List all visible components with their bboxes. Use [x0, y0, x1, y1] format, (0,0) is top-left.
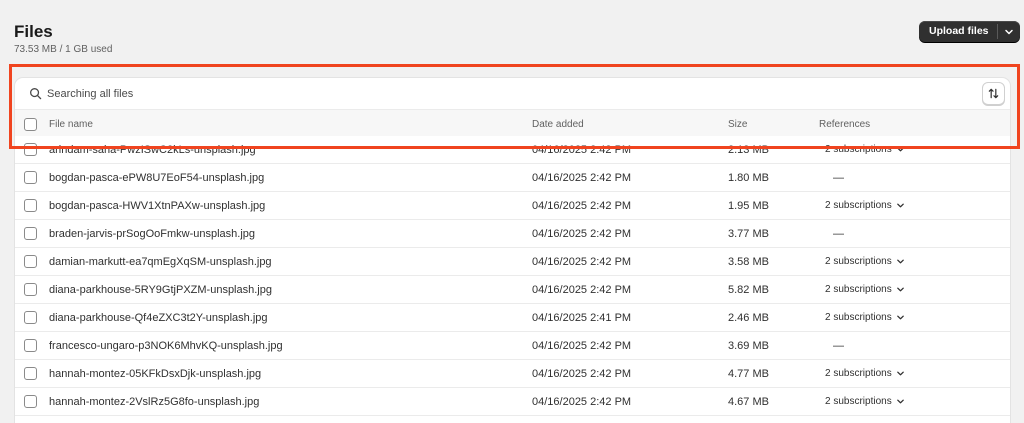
file-name[interactable]: francesco-ungaro-p3NOK6MhvKQ-unsplash.jp… [49, 340, 283, 352]
sort-icon [988, 88, 999, 99]
chevron-down-icon[interactable] [896, 201, 905, 210]
file-size: 2.46 MB [728, 312, 769, 324]
files-page: Files 73.53 MB / 1 GB used Upload files [0, 0, 1024, 423]
file-size: 4.67 MB [728, 396, 769, 408]
table-row[interactable]: braden-jarvis-prSogOoFmkw-unsplash.jpg 0… [15, 220, 1010, 248]
page-title: Files [14, 22, 53, 41]
file-size: 3.69 MB [728, 340, 769, 352]
sort-button[interactable] [982, 82, 1005, 105]
search-bar [15, 78, 1010, 110]
date-added: 04/16/2025 2:42 PM [532, 228, 632, 240]
column-header-references: References [819, 119, 871, 130]
select-all-checkbox[interactable] [24, 118, 37, 131]
row-checkbox[interactable] [24, 171, 37, 184]
file-name[interactable]: diana-parkhouse-5RY9GtjPXZM-unsplash.jpg [49, 284, 272, 296]
references-cell: 2 subscriptions [825, 144, 905, 155]
date-added: 04/16/2025 2:41 PM [532, 312, 632, 324]
file-name[interactable]: damian-markutt-ea7qmEgXqSM-unsplash.jpg [49, 256, 272, 268]
references-dropdown[interactable]: 2 subscriptions [825, 144, 892, 155]
file-name[interactable]: bogdan-pasca-ePW8U7EoF54-unsplash.jpg [49, 172, 264, 184]
file-size: 3.77 MB [728, 228, 769, 240]
date-added: 04/16/2025 2:42 PM [532, 368, 632, 380]
file-name[interactable]: arindam-saha-PwzISwC2kLs-unsplash.jpg [49, 144, 256, 156]
table-row[interactable]: diana-parkhouse-Qf4eZXC3t2Y-unsplash.jpg… [15, 304, 1010, 332]
chevron-down-icon[interactable] [896, 257, 905, 266]
table-row[interactable]: bogdan-pasca-ePW8U7EoF54-unsplash.jpg 04… [15, 164, 1010, 192]
date-added: 04/16/2025 2:42 PM [532, 256, 632, 268]
file-name[interactable]: bogdan-pasca-HWV1XtnPAXw-unsplash.jpg [49, 200, 265, 212]
references-cell: 2 subscriptions [825, 312, 905, 323]
row-checkbox[interactable] [24, 255, 37, 268]
references-empty: — [833, 172, 844, 184]
upload-button-group: Upload files [919, 21, 1020, 42]
chevron-down-icon[interactable] [896, 145, 905, 154]
references-empty: — [833, 228, 844, 240]
date-added: 04/16/2025 2:42 PM [532, 284, 632, 296]
chevron-down-icon[interactable] [896, 397, 905, 406]
date-added: 04/16/2025 2:42 PM [532, 172, 632, 184]
row-checkbox[interactable] [24, 143, 37, 156]
row-checkbox[interactable] [24, 339, 37, 352]
file-size: 4.77 MB [728, 368, 769, 380]
file-size: 3.58 MB [728, 256, 769, 268]
row-checkbox[interactable] [24, 311, 37, 324]
date-added: 04/16/2025 2:42 PM [532, 144, 632, 156]
upload-files-button[interactable]: Upload files [919, 21, 997, 42]
references-cell: 2 subscriptions [825, 368, 905, 379]
column-header-size[interactable]: Size [728, 119, 747, 130]
references-empty: — [833, 340, 844, 352]
row-checkbox[interactable] [24, 227, 37, 240]
table-row[interactable]: hannah-montez-05KFkDsxDjk-unsplash.jpg 0… [15, 360, 1010, 388]
references-dropdown[interactable]: 2 subscriptions [825, 396, 892, 407]
table-row[interactable]: diana-parkhouse-5RY9GtjPXZM-unsplash.jpg… [15, 276, 1010, 304]
file-size: 1.80 MB [728, 172, 769, 184]
table-row[interactable]: damian-markutt-ea7qmEgXqSM-unsplash.jpg … [15, 248, 1010, 276]
upload-options-button[interactable] [998, 21, 1020, 42]
search-icon [30, 88, 42, 100]
references-dropdown[interactable]: 2 subscriptions [825, 284, 892, 295]
date-added: 04/16/2025 2:42 PM [532, 340, 632, 352]
references-cell: — [825, 172, 844, 184]
table-row[interactable]: arindam-saha-PwzISwC2kLs-unsplash.jpg 04… [15, 136, 1010, 164]
references-cell: 2 subscriptions [825, 256, 905, 267]
table-row[interactable]: francesco-ungaro-p3NOK6MhvKQ-unsplash.jp… [15, 332, 1010, 360]
column-header-date-added[interactable]: Date added [532, 119, 584, 130]
file-size: 2.13 MB [728, 144, 769, 156]
file-name[interactable]: diana-parkhouse-Qf4eZXC3t2Y-unsplash.jpg [49, 312, 268, 324]
references-cell: — [825, 340, 844, 352]
references-dropdown[interactable]: 2 subscriptions [825, 312, 892, 323]
references-cell: 2 subscriptions [825, 396, 905, 407]
table-row[interactable]: hannah-montez-2VslRz5G8fo-unsplash.jpg 0… [15, 388, 1010, 416]
row-checkbox[interactable] [24, 395, 37, 408]
date-added: 04/16/2025 2:42 PM [532, 200, 632, 212]
chevron-down-icon [1004, 29, 1013, 34]
date-added: 04/16/2025 2:42 PM [532, 396, 632, 408]
table-row[interactable]: bogdan-pasca-HWV1XtnPAXw-unsplash.jpg 04… [15, 192, 1010, 220]
references-cell: 2 subscriptions [825, 200, 905, 211]
files-table-card: File name Date added Size References ari… [15, 78, 1010, 423]
chevron-down-icon[interactable] [896, 285, 905, 294]
file-name[interactable]: braden-jarvis-prSogOoFmkw-unsplash.jpg [49, 228, 255, 240]
file-size: 1.95 MB [728, 200, 769, 212]
references-cell: 2 subscriptions [825, 284, 905, 295]
file-name[interactable]: hannah-montez-05KFkDsxDjk-unsplash.jpg [49, 368, 261, 380]
search-input[interactable] [47, 86, 547, 102]
references-dropdown[interactable]: 2 subscriptions [825, 200, 892, 211]
row-checkbox[interactable] [24, 199, 37, 212]
references-dropdown[interactable]: 2 subscriptions [825, 256, 892, 267]
chevron-down-icon[interactable] [896, 313, 905, 322]
references-dropdown[interactable]: 2 subscriptions [825, 368, 892, 379]
table-body: arindam-saha-PwzISwC2kLs-unsplash.jpg 04… [15, 136, 1010, 416]
row-checkbox[interactable] [24, 283, 37, 296]
row-checkbox[interactable] [24, 367, 37, 380]
file-size: 5.82 MB [728, 284, 769, 296]
column-header-file-name[interactable]: File name [49, 119, 93, 130]
storage-usage: 73.53 MB / 1 GB used [14, 44, 113, 55]
file-name[interactable]: hannah-montez-2VslRz5G8fo-unsplash.jpg [49, 396, 259, 408]
references-cell: — [825, 228, 844, 240]
chevron-down-icon[interactable] [896, 369, 905, 378]
